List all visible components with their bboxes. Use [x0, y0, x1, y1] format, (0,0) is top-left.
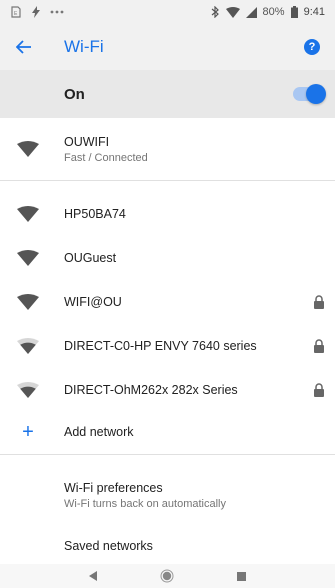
nav-home-icon [160, 569, 174, 583]
network-row[interactable]: HP50BA74 [0, 192, 335, 236]
network-row[interactable]: DIRECT-OhM262x 282x Series [0, 368, 335, 412]
nav-home-button[interactable] [155, 564, 179, 588]
nav-recents-icon [237, 571, 247, 581]
clock: 9:41 [303, 6, 325, 18]
connected-network-ssid: OUWIFI [64, 134, 110, 149]
battery-icon [290, 6, 298, 18]
nav-back-icon [89, 571, 98, 581]
add-icon-glyph: + [22, 420, 34, 443]
add-network-label: Add network [64, 425, 134, 439]
network-ssid: DIRECT-C0-HP ENVY 7640 series [64, 339, 257, 353]
saved-networks-text: Saved networks [64, 539, 295, 553]
arrow-back-icon [16, 40, 31, 54]
back-button[interactable] [0, 24, 48, 70]
divider [0, 454, 335, 455]
switch-knob [306, 84, 326, 104]
divider [0, 180, 335, 181]
network-row[interactable]: DIRECT-C0-HP ENVY 7640 series [0, 324, 335, 368]
saved-networks-row[interactable]: Saved networks [0, 534, 335, 564]
lock-icon [314, 295, 324, 309]
add-network-row[interactable]: + Add network [0, 410, 335, 454]
network-ssid: OUGuest [64, 251, 117, 265]
connected-network-row[interactable]: OUWIFI Fast / Connected [0, 118, 335, 180]
page-title: Wi-Fi [64, 37, 104, 56]
network-text: OUGuest [64, 251, 295, 265]
saved-networks-title: Saved networks [64, 539, 153, 553]
nav-back-button[interactable] [81, 564, 105, 588]
more-dots-icon [50, 9, 64, 15]
network-ssid: HP50BA74 [64, 207, 126, 221]
wifi-full-icon [16, 202, 40, 226]
wifi-full-icon [16, 246, 40, 270]
network-text: HP50BA74 [64, 207, 295, 221]
network-ssid: WIFI@OU [64, 295, 122, 309]
connected-network-text: OUWIFI Fast / Connected [64, 135, 295, 164]
nav-recents-button[interactable] [230, 564, 254, 588]
network-text: WIFI@OU [64, 295, 295, 309]
network-row[interactable]: WIFI@OU [0, 280, 335, 324]
master-toggle-label: On [64, 85, 85, 103]
help-icon: ? [304, 39, 320, 55]
status-right-icons: 80% 9:41 [211, 6, 325, 18]
add-network-text: Add network [64, 425, 295, 439]
wifi-full-icon [16, 137, 40, 161]
lock-icon [314, 383, 324, 397]
wifi-signal-icon [225, 6, 240, 18]
app-bar: Wi-Fi ? [0, 24, 335, 70]
wifi-master-toggle-row[interactable]: On [0, 70, 335, 118]
wifi-switch[interactable] [293, 84, 326, 104]
network-row[interactable]: OUGuest [0, 236, 335, 280]
network-text: DIRECT-C0-HP ENVY 7640 series [64, 339, 295, 353]
status-bar: E 80% 9:41 [0, 0, 335, 24]
battery-percent: 80% [262, 6, 285, 18]
svg-text:E: E [14, 11, 18, 17]
wifi-preferences-title: Wi-Fi preferences [64, 480, 163, 495]
wifi-preferences-subtitle: Wi-Fi turns back on automatically [64, 497, 226, 510]
wifi-full-icon [16, 290, 40, 314]
status-left-icons: E [10, 6, 64, 18]
sim-icon: E [10, 6, 22, 18]
wifi-preferences-row[interactable]: Wi-Fi preferences Wi-Fi turns back on au… [0, 470, 335, 520]
navigation-bar [0, 564, 335, 588]
network-text: DIRECT-OhM262x 282x Series [64, 383, 295, 397]
wifi-medium-icon [16, 334, 40, 358]
add-icon: + [16, 420, 40, 444]
cell-signal-icon [245, 6, 257, 18]
lock-icon [314, 339, 324, 353]
wifi-preferences-text: Wi-Fi preferences Wi-Fi turns back on au… [64, 481, 295, 510]
network-ssid: DIRECT-OhM262x 282x Series [64, 383, 238, 397]
help-button[interactable]: ? [297, 32, 327, 62]
flash-icon [30, 6, 42, 18]
connected-network-status: Fast / Connected [64, 151, 148, 164]
wifi-medium-icon [16, 378, 40, 402]
bluetooth-icon [211, 6, 220, 18]
